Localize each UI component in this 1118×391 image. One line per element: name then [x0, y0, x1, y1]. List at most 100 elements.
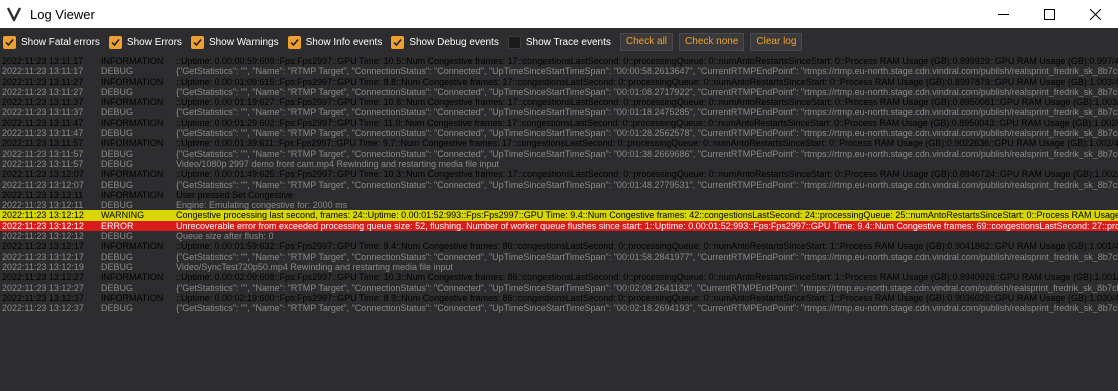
log-level: INFORMATION: [101, 292, 164, 303]
log-message: ::Uptime: 0.00:01:29:602::Fps:Fps2997::G…: [176, 117, 1118, 128]
log-row[interactable]: 2022:11:23 13:11:57 DEBUG Video/1080p 2997…: [0, 159, 1118, 169]
log-row[interactable]: 2022:11:23 13:12:37 INFORMATION::Uptime: …: [0, 293, 1118, 303]
log-row[interactable]: 2022:11:23 13:12:17 DEBUG {"GetStatistics"…: [0, 252, 1118, 262]
log-row[interactable]: 2022:11:23 13:12:07 INFORMATION::Uptime: …: [0, 169, 1118, 179]
log-row[interactable]: 2022:11:23 13:11:47 INFORMATION::Uptime: …: [0, 118, 1118, 128]
log-time: 2022:11:23 13:12:07: [2, 169, 84, 180]
log-time: 2022:11:23 13:12:11: [2, 189, 84, 200]
log-row[interactable]: 2022:11:23 13:11:17 DEBUG {"GetStatistics"…: [0, 66, 1118, 76]
window-title: Log Viewer: [30, 6, 95, 22]
log-row[interactable]: 2022:11:23 13:11:47 DEBUG {"GetStatistics"…: [0, 128, 1118, 138]
log-level: INFORMATION: [101, 76, 164, 87]
checkbox-label: Show Info events: [305, 36, 383, 48]
log-level: DEBUG: [101, 303, 134, 314]
log-time: 2022:11:23 13:11:37: [2, 107, 84, 118]
log-row[interactable]: 2022:11:23 13:12:11 DEBUG Engine: Emulatin…: [0, 200, 1118, 210]
log-level: DEBUG: [101, 179, 134, 190]
log-message: ::Uptime: 0.00:02:09:608::Fps:Fps2997::G…: [176, 272, 1118, 283]
log-time: 2022:11:23 13:12:17: [2, 251, 84, 262]
log-message: {"GetStatistics": "", "Name": "RTMP Targ…: [176, 128, 1118, 139]
log-row[interactable]: 2022:11:23 13:11:57 DEBUG {"GetStatistics"…: [0, 149, 1118, 159]
log-message: Queue size after flush: 0: [176, 231, 274, 242]
log-level: INFORMATION: [101, 97, 164, 108]
log-level: DEBUG: [101, 158, 134, 169]
minimize-icon: [997, 13, 1009, 15]
app-logo-icon: [6, 5, 24, 23]
checkbox-checked-icon: [108, 35, 122, 49]
log-row[interactable]: 2022:11:23 13:12:27 INFORMATION::Uptime: …: [0, 272, 1118, 282]
log-level: WARNING: [101, 210, 145, 221]
log-time: 2022:11:23 13:12:12: [2, 210, 84, 221]
log-row[interactable]: 2022:11:23 13:11:37 INFORMATION::Uptime: …: [0, 97, 1118, 107]
log-message: ::Uptime: 0.00:01:59:632::Fps:Fps2997::G…: [176, 241, 1118, 252]
log-time: 2022:11:23 13:11:57: [2, 138, 84, 149]
log-level: INFORMATION: [101, 189, 164, 200]
log-level: DEBUG: [101, 261, 134, 272]
log-row[interactable]: 2022:11:23 13:12:07 DEBUG {"GetStatistics"…: [0, 180, 1118, 190]
log-message: ::Uptime: 0.00:01:39:611::Fps:Fps2997::G…: [176, 138, 1118, 149]
log-message: Unrecoverable error from exceeded proces…: [176, 220, 1118, 231]
checkbox-checked-icon: [190, 35, 204, 49]
log-row[interactable]: 2022:11:23 13:12:12 DEBUG Queue size after…: [0, 231, 1118, 241]
log-row[interactable]: 2022:11:23 13:12:11 INFORMATION User press…: [0, 190, 1118, 200]
checkbox-unchecked-icon: [507, 35, 521, 49]
log-level: INFORMATION: [101, 241, 164, 252]
log-level: INFORMATION: [101, 169, 164, 180]
show-trace-events-checkbox[interactable]: Show Trace events: [507, 35, 611, 49]
check-none-button[interactable]: Check none: [679, 33, 745, 51]
log-message: ::Uptime: 0.00:01:19:627::Fps:Fps2997::G…: [176, 97, 1118, 108]
show-errors-checkbox[interactable]: Show Errors: [108, 35, 182, 49]
log-list[interactable]: 2022:11:23 13:11:17 INFORMATION::Uptime: …: [0, 56, 1118, 391]
log-row[interactable]: 2022:11:23 13:12:37 DEBUG {"GetStatistics"…: [0, 303, 1118, 313]
show-info-events-checkbox[interactable]: Show Info events: [287, 35, 383, 49]
maximize-button[interactable]: [1026, 0, 1072, 28]
log-row[interactable]: 2022:11:23 13:11:27 INFORMATION::Uptime: …: [0, 77, 1118, 87]
log-message: {"GetStatistics": "", "Name": "RTMP Targ…: [176, 303, 1118, 314]
log-row[interactable]: 2022:11:23 13:12:12 ERROR Unrecoverable er…: [0, 220, 1118, 232]
log-level: INFORMATION: [101, 272, 164, 283]
log-level: INFORMATION: [101, 138, 164, 149]
checkbox-label: Show Errors: [126, 36, 182, 48]
log-message: ::Uptime: 0.00:02:19:600::Fps:Fps2997::G…: [176, 292, 1118, 303]
log-time: 2022:11:23 13:12:17: [2, 241, 84, 252]
log-time: 2022:11:23 13:11:27: [2, 76, 84, 87]
minimize-button[interactable]: [980, 0, 1026, 28]
check-all-button[interactable]: Check all: [619, 33, 674, 51]
log-time: 2022:11:23 13:12:07: [2, 179, 84, 190]
log-level: DEBUG: [101, 128, 134, 139]
log-row[interactable]: 2022:11:23 13:12:19 DEBUG Video/SyncTest72…: [0, 262, 1118, 272]
log-message: {"GetStatistics": "", "Name": "RTMP Targ…: [176, 107, 1118, 118]
log-row[interactable]: 2022:11:23 13:12:27 DEBUG {"GetStatistics"…: [0, 283, 1118, 293]
log-message: Video/SyncTest720p50.mp4 Rewinding and r…: [176, 261, 454, 272]
show-debug-events-checkbox[interactable]: Show Debug events: [391, 35, 499, 49]
log-row[interactable]: 2022:11:23 13:11:37 DEBUG {"GetStatistics"…: [0, 107, 1118, 117]
log-message: {"GetStatistics": "", "Name": "RTMP Targ…: [176, 282, 1118, 293]
log-message: {"GetStatistics": "", "Name": "RTMP Targ…: [176, 179, 1118, 190]
close-button[interactable]: [1072, 0, 1118, 28]
log-row[interactable]: 2022:11:23 13:11:17 INFORMATION::Uptime: …: [0, 56, 1118, 66]
log-message: ::Uptime: 0.00:01:49:625::Fps:Fps2997::G…: [176, 169, 1118, 180]
checkbox-checked-icon: [391, 35, 405, 49]
log-time: 2022:11:23 13:12:11: [2, 200, 84, 211]
show-fatal-errors-checkbox[interactable]: Show Fatal errors: [3, 35, 100, 49]
log-message: Video/1080p 2997 demo front cam.mp4 Rewi…: [176, 158, 500, 169]
log-time: 2022:11:23 13:11:17: [2, 56, 84, 66]
log-row[interactable]: 2022:11:23 13:11:57 INFORMATION::Uptime: …: [0, 138, 1118, 148]
log-level: INFORMATION: [101, 117, 164, 128]
window-controls: [980, 0, 1118, 28]
log-time: 2022:11:23 13:11:17: [2, 66, 84, 77]
log-level: INFORMATION: [101, 56, 164, 66]
log-row[interactable]: 2022:11:23 13:12:17 INFORMATION::Uptime: …: [0, 241, 1118, 251]
log-time: 2022:11:23 13:12:19: [2, 261, 84, 272]
log-row[interactable]: 2022:11:23 13:12:12 WARNING Congestive pro…: [0, 210, 1118, 221]
checkbox-checked-icon: [287, 35, 301, 49]
log-level: DEBUG: [101, 86, 134, 97]
log-message: ::Uptime: 0.00:00:59:609::Fps:Fps2997::G…: [176, 56, 1118, 66]
log-level: DEBUG: [101, 107, 134, 118]
checkbox-checked-icon: [3, 35, 16, 49]
log-time: 2022:11:23 13:12:37: [2, 292, 84, 303]
filter-toolbar: Show Fatal errors Show Errors Show Warni…: [0, 28, 1118, 56]
show-warnings-checkbox[interactable]: Show Warnings: [190, 35, 279, 49]
clear-log-button[interactable]: Clear log: [750, 33, 803, 51]
log-row[interactable]: 2022:11:23 13:11:27 DEBUG {"GetStatistics"…: [0, 87, 1118, 97]
